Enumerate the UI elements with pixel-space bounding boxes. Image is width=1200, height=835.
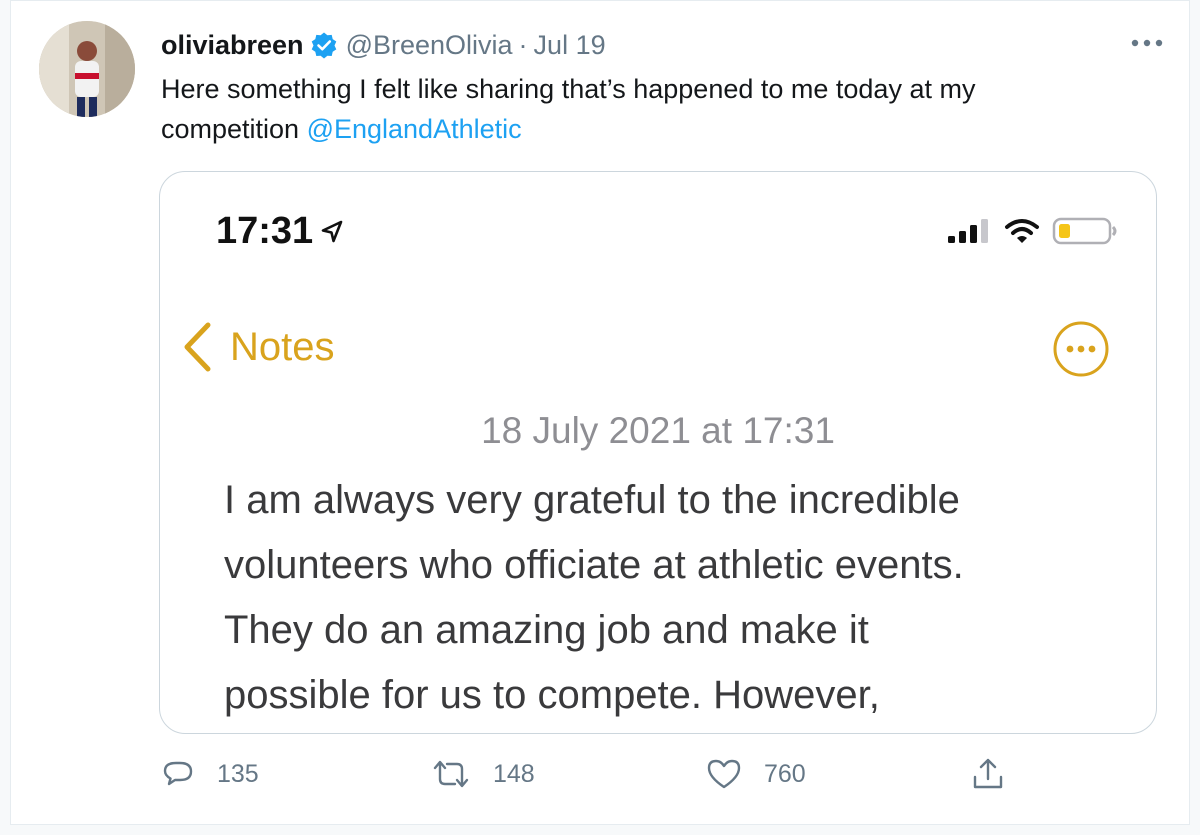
notes-back-button[interactable]: Notes bbox=[182, 322, 335, 372]
note-line: volunteers who officiate at athletic eve… bbox=[224, 543, 964, 587]
avatar[interactable] bbox=[39, 21, 135, 117]
tweet-text: Here something I felt like sharing that’… bbox=[161, 69, 1121, 149]
separator-dot: · bbox=[518, 29, 528, 60]
verified-badge-icon bbox=[310, 31, 338, 59]
reply-count: 135 bbox=[217, 759, 259, 788]
wifi-icon bbox=[1005, 219, 1039, 243]
location-arrow-icon bbox=[321, 220, 343, 242]
share-icon bbox=[973, 758, 1003, 789]
note-line: They do an amazing job and make it bbox=[224, 608, 869, 652]
more-horizontal-icon[interactable] bbox=[1127, 25, 1167, 61]
display-name[interactable]: oliviabreen bbox=[161, 30, 304, 61]
battery-icon bbox=[1052, 217, 1117, 245]
share-button[interactable] bbox=[971, 757, 1027, 791]
note-date: 18 July 2021 at 17:31 bbox=[481, 410, 835, 451]
status-bar-time: 17:31 bbox=[216, 210, 345, 253]
tweet-image[interactable]: 17:31 Notes 18 July 2021 at 17:31 I am a… bbox=[159, 171, 1157, 734]
cellular-signal-icon bbox=[948, 219, 988, 243]
like-count: 760 bbox=[764, 759, 806, 788]
status-time: 17:31 bbox=[216, 210, 314, 252]
note-line: possible for us to compete. However, bbox=[224, 673, 880, 717]
retweet-icon bbox=[433, 760, 469, 788]
back-label: Notes bbox=[230, 324, 335, 369]
tweet-actions: 135 148 760 bbox=[161, 757, 1161, 801]
retweet-button[interactable]: 148 bbox=[431, 757, 535, 791]
avatar-photo bbox=[39, 21, 135, 117]
tweet-body: Here something I felt like sharing that’… bbox=[161, 74, 976, 144]
note-options-icon[interactable] bbox=[1052, 320, 1110, 383]
chevron-left-icon bbox=[184, 322, 211, 372]
status-bar-indicators bbox=[946, 216, 1118, 246]
reply-icon bbox=[163, 761, 193, 786]
tweet-card[interactable]: oliviabreen @BreenOlivia · Jul 19 Here s… bbox=[10, 0, 1190, 825]
heart-icon bbox=[707, 759, 741, 789]
note-line: I am always very grateful to the incredi… bbox=[224, 478, 960, 522]
user-handle[interactable]: @BreenOlivia bbox=[346, 30, 513, 61]
like-button[interactable]: 760 bbox=[706, 757, 806, 791]
tweet-date[interactable]: Jul 19 bbox=[534, 30, 606, 61]
mention-link[interactable]: @EnglandAthletic bbox=[307, 114, 522, 144]
tweet-header: oliviabreen @BreenOlivia · Jul 19 bbox=[161, 25, 606, 65]
reply-button[interactable]: 135 bbox=[161, 757, 259, 791]
retweet-count: 148 bbox=[493, 759, 535, 788]
note-body: I am always very grateful to the incredi… bbox=[224, 468, 1124, 728]
